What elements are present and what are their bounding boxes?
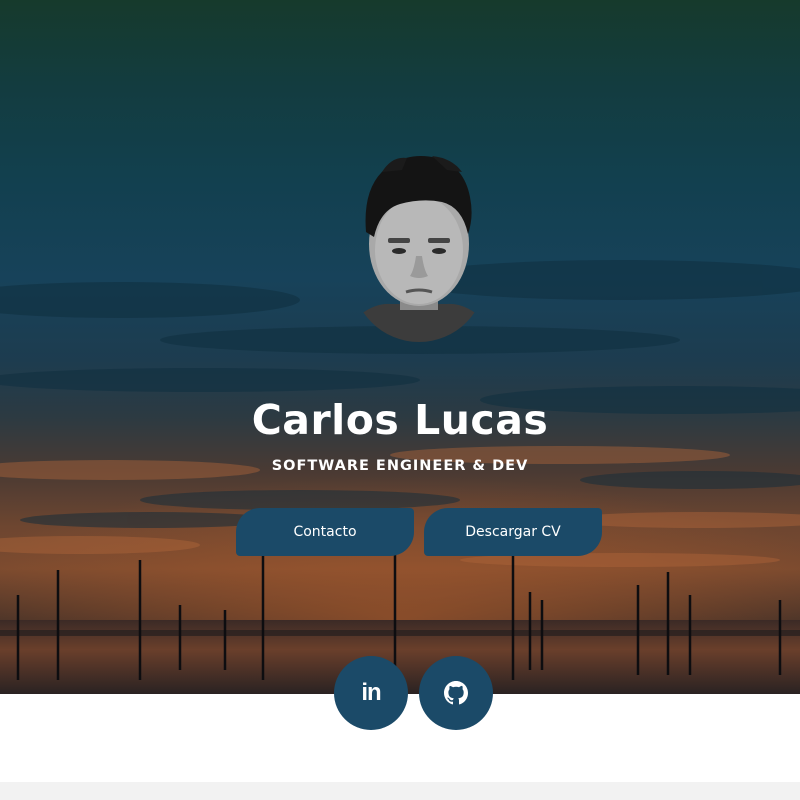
linkedin-button[interactable]: in [334,656,408,730]
avatar [352,152,486,342]
page-footer-strip [0,782,800,800]
contact-button[interactable]: Contacto [236,508,414,556]
profile-photo [352,156,486,342]
sunset-background [0,260,800,694]
hero-section: Carlos Lucas SOFTWARE ENGINEER & DEV Con… [0,0,800,694]
github-icon [444,681,468,705]
profile-name: Carlos Lucas [251,396,549,444]
profile-title: SOFTWARE ENGINEER & DEV [271,458,529,474]
github-button[interactable] [419,656,493,730]
linkedin-icon: in [361,679,381,706]
download-cv-button[interactable]: Descargar CV [424,508,602,556]
